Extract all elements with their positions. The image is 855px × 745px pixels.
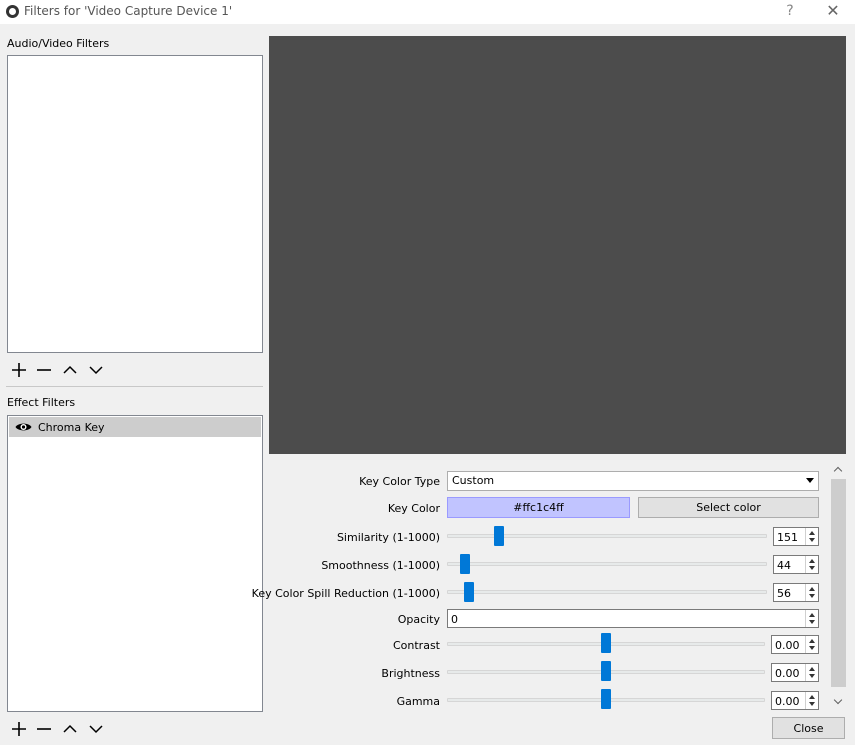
spill-reduction-label: Key Color Spill Reduction (1-1000) — [251, 587, 440, 600]
similarity-spinbox[interactable]: 151 — [773, 527, 819, 546]
chevron-down-icon — [89, 725, 103, 734]
audio-video-filters-list[interactable] — [7, 55, 263, 353]
brightness-label: Brightness — [381, 667, 440, 680]
chevron-down-icon — [89, 366, 103, 375]
title-bar: Filters for 'Video Capture Device 1' ? ✕ — [0, 0, 855, 24]
window-close-button[interactable]: ✕ — [823, 1, 843, 21]
effect-filters-label: Effect Filters — [7, 396, 76, 409]
spin-up-icon[interactable] — [809, 667, 815, 671]
panel-separator — [6, 386, 263, 387]
effect-filter-item-chroma-key[interactable]: Chroma Key — [9, 417, 261, 437]
spin-down-icon[interactable] — [809, 538, 815, 542]
dropdown-arrow-icon — [806, 478, 814, 483]
smoothness-slider[interactable] — [447, 562, 767, 566]
brightness-value: 0.00 — [775, 667, 800, 680]
gamma-slider-thumb[interactable] — [601, 689, 611, 709]
similarity-slider-thumb[interactable] — [493, 526, 504, 546]
key-color-swatch: #ffc1c4ff — [447, 497, 630, 518]
spin-down-icon[interactable] — [809, 702, 815, 706]
smoothness-label: Smoothness (1-1000) — [321, 559, 440, 572]
plus-icon — [12, 722, 26, 736]
contrast-spinbox[interactable]: 0.00 — [771, 635, 819, 654]
smoothness-spinbox[interactable]: 44 — [773, 555, 819, 574]
contrast-slider-thumb[interactable] — [601, 633, 611, 653]
video-preview — [269, 36, 846, 454]
similarity-value: 151 — [777, 531, 798, 544]
smoothness-value: 44 — [777, 559, 791, 572]
window-title: Filters for 'Video Capture Device 1' — [24, 4, 233, 18]
key-color-type-value: Custom — [452, 474, 495, 487]
brightness-slider-thumb[interactable] — [601, 661, 611, 681]
spin-arrows[interactable] — [805, 556, 818, 573]
contrast-label: Contrast — [392, 639, 440, 652]
spill-reduction-value: 56 — [777, 587, 791, 600]
move-audio-filter-up-button[interactable] — [59, 360, 81, 380]
spin-arrows[interactable] — [805, 636, 818, 653]
spin-arrows[interactable] — [805, 664, 818, 681]
gamma-value: 0.00 — [775, 695, 800, 708]
chevron-up-icon — [63, 365, 77, 374]
spin-up-icon[interactable] — [809, 695, 815, 699]
scrollbar-thumb[interactable] — [831, 479, 846, 687]
spill-reduction-spinbox[interactable]: 56 — [773, 583, 819, 602]
spill-reduction-slider-thumb[interactable] — [464, 582, 475, 602]
audio-video-filters-label: Audio/Video Filters — [7, 37, 110, 50]
close-button[interactable]: Close — [772, 717, 845, 739]
select-color-button[interactable]: Select color — [638, 497, 819, 518]
gamma-spinbox[interactable]: 0.00 — [771, 691, 819, 710]
help-button[interactable]: ? — [782, 1, 798, 21]
gamma-label: Gamma — [396, 695, 440, 708]
minus-icon — [37, 369, 51, 371]
move-effect-filter-down-button[interactable] — [85, 719, 107, 739]
spin-down-icon[interactable] — [809, 646, 815, 650]
eye-icon[interactable] — [15, 421, 32, 433]
spill-reduction-slider[interactable] — [447, 590, 767, 594]
plus-icon — [12, 363, 26, 377]
effect-filter-label: Chroma Key — [38, 420, 105, 434]
obs-logo-icon — [6, 5, 19, 18]
key-color-type-label: Key Color Type — [359, 475, 440, 488]
properties-scrollbar[interactable] — [830, 463, 847, 713]
key-color-label: Key Color — [387, 502, 440, 515]
spin-arrows[interactable] — [805, 584, 818, 601]
move-audio-filter-down-button[interactable] — [85, 360, 107, 380]
spin-down-icon[interactable] — [809, 594, 815, 598]
spin-up-icon[interactable] — [809, 531, 815, 535]
brightness-spinbox[interactable]: 0.00 — [771, 663, 819, 682]
key-color-type-dropdown[interactable]: Custom — [447, 471, 819, 491]
key-color-value: #ffc1c4ff — [513, 501, 564, 514]
spin-arrows[interactable] — [805, 610, 818, 627]
add-audio-filter-button[interactable] — [8, 360, 30, 380]
similarity-label: Similarity (1-1000) — [336, 531, 440, 544]
remove-effect-filter-button[interactable] — [33, 719, 55, 739]
contrast-value: 0.00 — [775, 639, 800, 652]
opacity-value: 0 — [451, 613, 458, 626]
opacity-spinbox[interactable]: 0 — [447, 609, 819, 628]
move-effect-filter-up-button[interactable] — [59, 719, 81, 739]
spin-down-icon[interactable] — [809, 620, 815, 624]
opacity-label: Opacity — [397, 613, 440, 626]
spin-up-icon[interactable] — [809, 639, 815, 643]
select-color-label: Select color — [696, 501, 761, 514]
spin-arrows[interactable] — [805, 528, 818, 545]
spin-arrows[interactable] — [805, 692, 818, 709]
spin-up-icon[interactable] — [809, 613, 815, 617]
scroll-up-arrow-icon[interactable] — [830, 463, 847, 477]
spin-up-icon[interactable] — [809, 559, 815, 563]
close-button-label: Close — [793, 721, 824, 735]
minus-icon — [37, 728, 51, 730]
scroll-down-arrow-icon[interactable] — [830, 695, 847, 709]
add-effect-filter-button[interactable] — [8, 719, 30, 739]
smoothness-slider-thumb[interactable] — [460, 554, 471, 574]
spin-down-icon[interactable] — [809, 674, 815, 678]
chevron-up-icon — [63, 724, 77, 733]
remove-audio-filter-button[interactable] — [33, 360, 55, 380]
spin-down-icon[interactable] — [809, 566, 815, 570]
spin-up-icon[interactable] — [809, 587, 815, 591]
